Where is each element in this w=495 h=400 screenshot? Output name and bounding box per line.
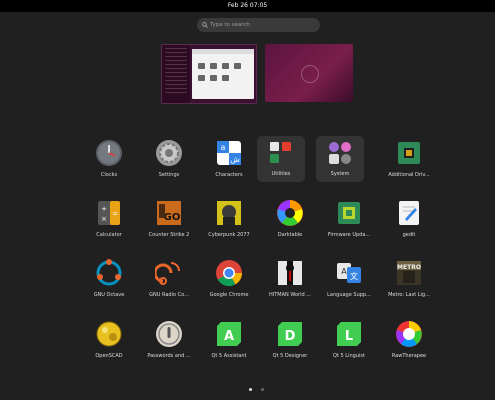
app-utilities-folder[interactable]: Utilities	[257, 136, 305, 182]
passwords-icon	[155, 320, 183, 348]
svg-text:L: L	[345, 329, 353, 344]
app-label: gedit	[402, 232, 416, 238]
clock-datetime[interactable]: Feb 26 07:05	[228, 2, 267, 9]
qt-assistant-icon: A	[215, 320, 243, 348]
workspace-thumbnail-1[interactable]	[161, 44, 257, 104]
app-qt-assistant[interactable]: A Qt 5 Assistant	[194, 317, 264, 369]
app-label: Utilities	[271, 171, 291, 177]
clock-icon	[95, 139, 123, 167]
app-cyberpunk[interactable]: Cyberpunk 2077	[194, 196, 264, 248]
app-system-folder[interactable]: System	[316, 136, 364, 182]
qt-designer-icon: D	[276, 320, 304, 348]
svg-text:+: +	[101, 205, 107, 213]
app-label: Additional Driv...	[388, 172, 430, 178]
system-folder-icon	[326, 139, 354, 167]
svg-text:ش: ش	[230, 155, 240, 164]
app-label: Google Chrome	[209, 292, 249, 298]
svg-text:=: =	[112, 210, 118, 218]
top-bar: Feb 26 07:05	[0, 0, 495, 12]
app-label: Characters	[215, 172, 243, 178]
app-chrome[interactable]: Google Chrome	[194, 256, 264, 308]
chip-icon	[395, 139, 423, 167]
chrome-icon	[215, 259, 243, 287]
rawtherapee-icon	[395, 320, 423, 348]
app-characters[interactable]: a ش Characters	[194, 136, 264, 188]
svg-text:a: a	[221, 143, 226, 152]
search-field[interactable]: Type to search	[197, 18, 320, 32]
terminal-window-thumb	[162, 45, 190, 103]
app-label: Cyberpunk 2077	[208, 232, 250, 238]
utilities-folder-icon	[267, 139, 295, 167]
svg-text:A: A	[224, 329, 234, 344]
calculator-icon: + × =	[95, 199, 123, 227]
app-label: Qt 5 Assistant	[211, 353, 247, 359]
cyberpunk-icon	[215, 199, 243, 227]
app-metro[interactable]: METRO Metro: Last Lig...	[374, 256, 444, 308]
svg-text:文: 文	[350, 271, 358, 281]
app-rawtherapee[interactable]: RawTherapee	[374, 317, 444, 369]
metro-icon: METRO	[395, 259, 423, 287]
svg-text:×: ×	[101, 215, 107, 223]
qt-linguist-icon: L	[335, 320, 363, 348]
ubuntu-wallpaper-logo	[301, 65, 319, 83]
app-chip[interactable]: Additional Driv...	[374, 136, 444, 188]
cs2-icon: GO	[155, 199, 183, 227]
search-icon	[202, 22, 208, 28]
characters-icon: aش	[215, 139, 243, 167]
openscad-icon	[95, 320, 123, 348]
app-label: System	[330, 171, 350, 177]
svg-text:A: A	[341, 267, 347, 276]
page-dot-2[interactable]	[261, 388, 264, 391]
language-icon: A文	[335, 259, 363, 287]
app-label: RawTherapee	[391, 353, 427, 359]
hitman-icon	[276, 259, 304, 287]
gear-icon	[155, 139, 183, 167]
app-label: Metro: Last Lig...	[388, 292, 430, 298]
svg-text:METRO: METRO	[397, 264, 421, 271]
search-placeholder: Type to search	[210, 22, 250, 28]
gnuradio-icon	[153, 259, 183, 287]
octave-icon	[95, 259, 123, 287]
svg-text:D: D	[285, 329, 296, 344]
darktable-icon	[276, 199, 304, 227]
app-text-editor[interactable]: gedit	[374, 196, 444, 248]
svg-text:GO: GO	[164, 212, 181, 223]
page-dot-1[interactable]	[249, 388, 252, 391]
files-window-thumb	[192, 49, 254, 99]
firmware-icon	[335, 199, 363, 227]
text-editor-icon	[395, 199, 423, 227]
workspace-thumbnail-2[interactable]	[265, 44, 353, 102]
